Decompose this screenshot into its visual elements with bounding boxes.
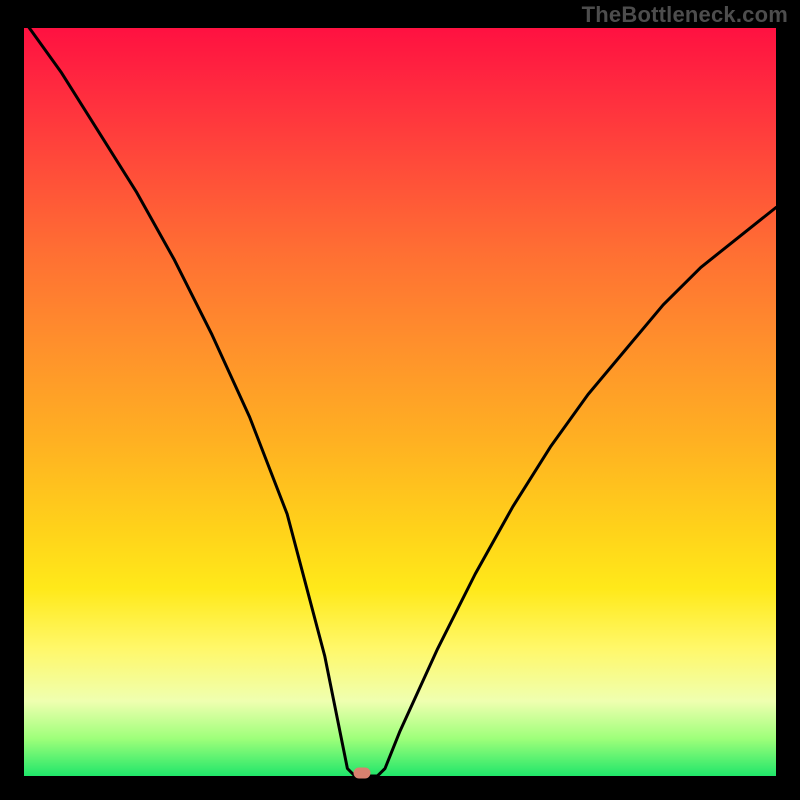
bottleneck-curve-path	[24, 28, 776, 776]
watermark-text: TheBottleneck.com	[582, 2, 788, 28]
curve-svg	[24, 28, 776, 776]
plot-area	[24, 28, 776, 776]
optimum-marker	[354, 768, 371, 779]
chart-frame: TheBottleneck.com	[0, 0, 800, 800]
